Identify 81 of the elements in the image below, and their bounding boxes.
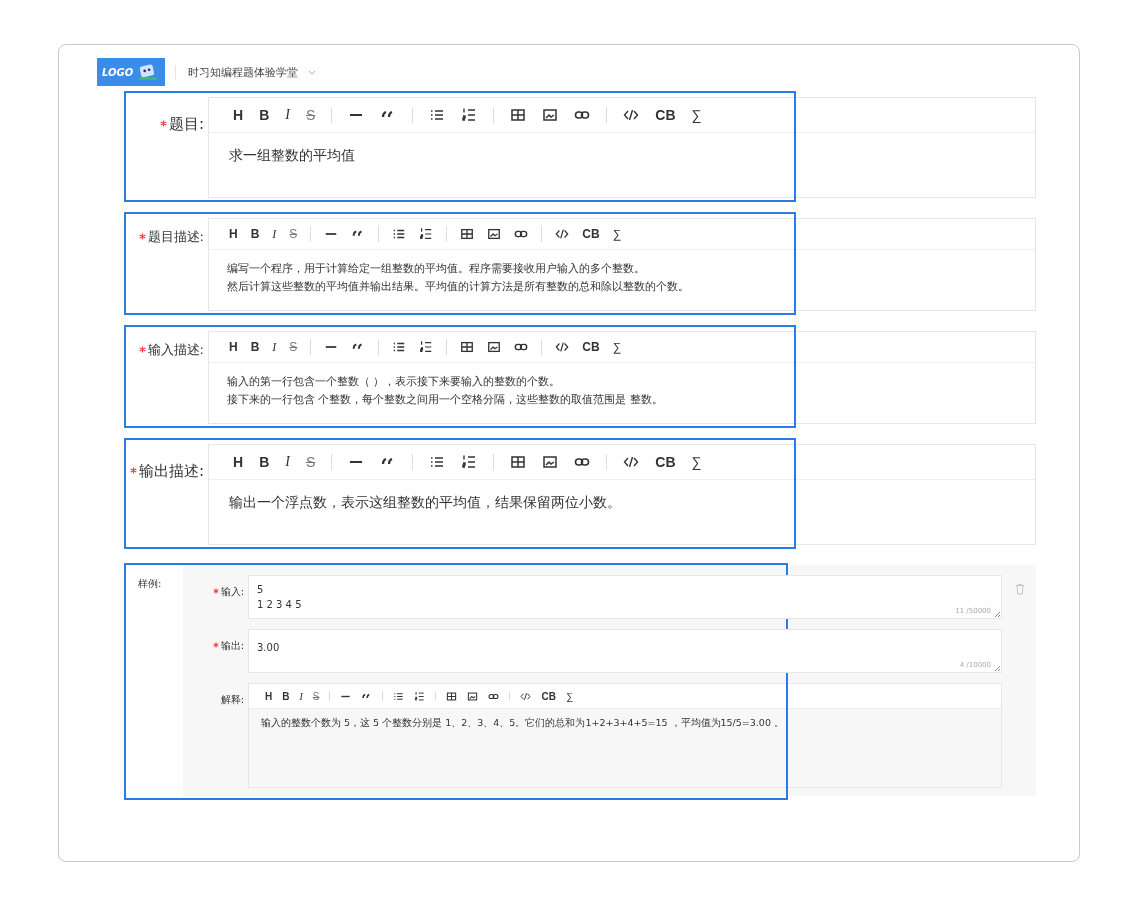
field-label: 题目: (168, 115, 204, 134)
table-icon[interactable] (510, 454, 527, 470)
rich-text-editor[interactable]: H B I S CB ∑ 输入的第一行包含一个整数（ ），表示接下来要输入的整数的个数。 接下来的一行包含 个整数，每个整数之间用一个空格分隔，这些整数的取值范围是 整数。 (208, 331, 1036, 424)
heading-button[interactable]: H (229, 227, 238, 241)
editor-text: 输入的第一行包含一个整数（ ），表示接下来要输入的整数的个数。 (227, 374, 562, 390)
code-icon[interactable] (623, 454, 640, 470)
heading-button[interactable]: H (233, 454, 244, 470)
numbered-list-icon[interactable] (461, 454, 478, 470)
table-icon[interactable] (460, 340, 475, 354)
codeblock-button[interactable]: CB (582, 340, 600, 354)
rich-text-editor[interactable]: H B I S CB ∑ 输出一个浮点数，表示这组整数的平均值，结果保留两位小数。 (208, 444, 1036, 545)
formula-button[interactable]: ∑ (612, 227, 622, 241)
field-label: 输出描述: (138, 462, 204, 481)
strike-button[interactable]: S (305, 107, 316, 123)
italic-button[interactable]: I (285, 107, 290, 123)
bullet-list-icon[interactable] (429, 107, 446, 123)
bold-button[interactable]: B (259, 107, 270, 123)
editor-text: 输出一个浮点数，表示这组整数的平均值，结果保留两位小数。 (229, 494, 622, 512)
field-label: 题目描述: (147, 228, 204, 246)
table-icon[interactable] (460, 227, 475, 241)
codeblock-button[interactable]: CB (655, 454, 676, 470)
formula-button[interactable]: ∑ (691, 454, 702, 470)
strike-button[interactable]: S (289, 340, 298, 354)
formula-button[interactable]: ∑ (691, 107, 702, 123)
italic-button[interactable]: I (299, 690, 303, 702)
editor-text: 输入的整数个数为 5，这 5 个整数分别是 1、2、3、4、5。它们的总和为1+2+3+4+5=15 ，平均值为15/5=3.00 。 (261, 717, 785, 730)
strike-button[interactable]: S (312, 690, 320, 702)
code-icon[interactable] (555, 340, 570, 354)
bold-button[interactable]: B (250, 340, 260, 354)
italic-button[interactable]: I (272, 339, 277, 355)
numbered-list-icon[interactable] (461, 107, 478, 123)
rich-text-editor[interactable]: H B I S CB ∑ 输入的整数个数为 5，这 5 个整数分别是 1、2、3、4、5。它们的总和为1+2+3+4+5=15 ，平均值为15/5=3.00 。 (248, 683, 1002, 788)
field-label: 解释: (220, 693, 244, 707)
editor-text: 接下来的一行包含 个整数，每个整数之间用一个空格分隔，这些整数的取值范围是 整数。 (227, 392, 664, 408)
field-label: 输入: (220, 585, 244, 599)
field-label: 输出: (220, 639, 244, 653)
field-value: 5 1 2 3 4 5 (257, 583, 302, 612)
resize-handle-icon[interactable] (994, 665, 1000, 671)
editor-text: 编写一个程序，用于计算给定一组整数的平均值。程序需要接收用户输入的多个整数。 (227, 261, 646, 277)
formula-button[interactable]: ∑ (612, 340, 622, 354)
italic-button[interactable]: I (285, 454, 290, 470)
rich-text-editor[interactable]: H B I S CB ∑ 求一组整数的平均值 (208, 97, 1036, 198)
table-icon[interactable] (510, 107, 527, 123)
table-icon[interactable] (446, 690, 458, 702)
codeblock-button[interactable]: CB (541, 690, 556, 702)
field-label: 输入描述: (147, 341, 204, 359)
field-label: 样例: (137, 577, 163, 591)
numbered-list-icon[interactable] (419, 227, 434, 241)
bullet-list-icon[interactable] (392, 340, 407, 354)
bold-button[interactable]: B (250, 227, 260, 241)
image-icon[interactable] (487, 340, 502, 354)
heading-button[interactable]: H (233, 107, 244, 123)
strike-button[interactable]: S (305, 454, 316, 470)
image-icon[interactable] (487, 227, 502, 241)
editor-text: 然后计算这些整数的平均值并输出结果。平均值的计算方法是所有整数的总和除以整数的个数。 (227, 279, 690, 295)
bullet-list-icon[interactable] (429, 454, 446, 470)
codeblock-button[interactable]: CB (655, 107, 676, 123)
resize-handle-icon[interactable] (994, 611, 1000, 617)
image-icon[interactable] (542, 454, 559, 470)
robot-icon (137, 63, 160, 81)
rich-text-editor[interactable]: H B I S CB ∑ 编写一个程序，用于计算给定一组整数的平均值。程序需要接收用户输入的多个整数。 然后计算这些整数的平均值并输出结果。平均值的计算方法是所有整数的总和除以整数的个数。 (208, 218, 1036, 311)
bold-button[interactable]: B (282, 690, 290, 702)
codeblock-button[interactable]: CB (582, 227, 600, 241)
heading-button[interactable]: H (229, 340, 238, 354)
bold-button[interactable]: B (259, 454, 270, 470)
numbered-list-icon[interactable] (419, 340, 434, 354)
bullet-list-icon[interactable] (393, 690, 405, 702)
code-icon[interactable] (555, 227, 570, 241)
editor-text: 求一组整数的平均值 (229, 147, 356, 165)
bullet-list-icon[interactable] (392, 227, 407, 241)
numbered-list-icon[interactable] (414, 690, 426, 702)
code-icon[interactable] (623, 107, 640, 123)
image-icon[interactable] (467, 690, 479, 702)
italic-button[interactable]: I (272, 226, 277, 242)
logo: LOGO (97, 58, 165, 86)
image-icon[interactable] (542, 107, 559, 123)
heading-button[interactable]: H (265, 690, 273, 702)
app-title[interactable]: 时习知编程题体验学堂 (175, 64, 298, 80)
strike-button[interactable]: S (289, 227, 298, 241)
formula-button[interactable]: ∑ (565, 690, 574, 702)
field-value: 3.00 (257, 641, 280, 655)
